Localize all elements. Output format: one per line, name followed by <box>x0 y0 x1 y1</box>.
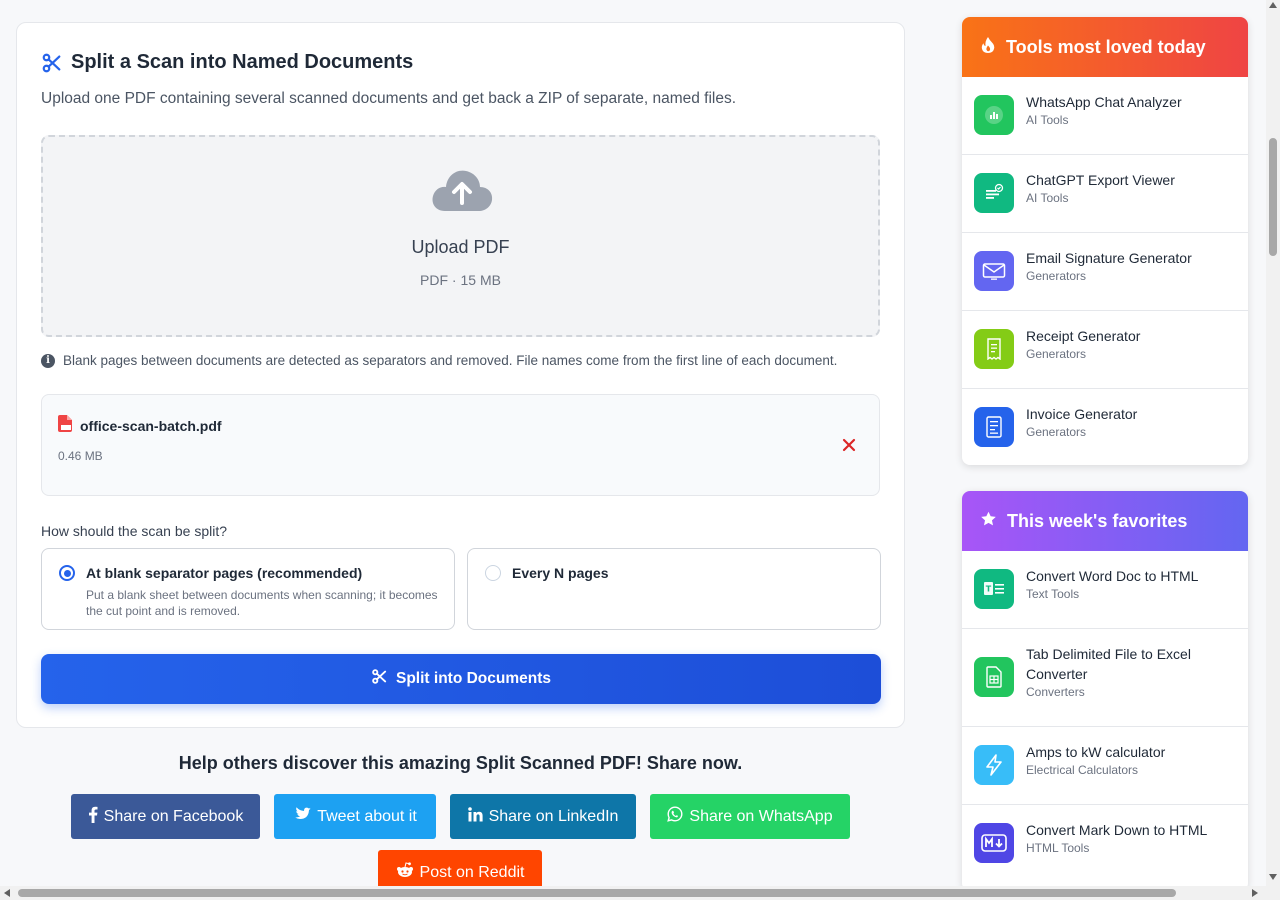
horizontal-scrollbar[interactable] <box>0 886 1266 900</box>
reddit-icon <box>396 862 414 883</box>
tool-name: ChatGPT Export Viewer <box>1026 172 1175 188</box>
share-twitter-button[interactable]: Tweet about it <box>274 794 436 839</box>
file-name-row: office-scan-batch.pdf <box>58 415 222 437</box>
tool-category: Generators <box>1026 347 1087 361</box>
share-reddit-label: Post on Reddit <box>419 863 525 881</box>
receipt-icon <box>974 329 1014 369</box>
linkedin-icon <box>467 806 483 827</box>
scissors-icon <box>41 52 63 74</box>
upload-dropzone[interactable]: Upload PDF PDF · 15 MB <box>41 135 880 337</box>
file-size: 0.46 MB <box>58 449 103 463</box>
share-twitter-label: Tweet about it <box>317 807 417 825</box>
chart-bars-icon <box>974 95 1014 135</box>
tool-category: Electrical Calculators <box>1026 763 1139 777</box>
star-icon <box>980 511 997 532</box>
tool-name: Receipt Generator <box>1026 328 1141 344</box>
option-label: At blank separator pages (recommended) <box>86 565 363 581</box>
lightning-icon <box>974 745 1014 785</box>
tool-item-whatsapp-chat-analyzer[interactable]: WhatsApp Chat Analyzer AI Tools <box>962 77 1248 155</box>
share-facebook-button[interactable]: Share on Facebook <box>71 794 260 839</box>
tool-name: Tab Delimited File to Excel Converter <box>1026 646 1191 682</box>
horizontal-scroll-thumb[interactable] <box>18 889 1176 897</box>
scroll-down-arrow-icon[interactable] <box>1269 874 1277 880</box>
tool-category: AI Tools <box>1026 191 1069 205</box>
radio-every-n-pages[interactable] <box>485 565 501 581</box>
weekly-favorites-header: This week's favorites <box>962 491 1248 551</box>
tool-item-receipt-generator[interactable]: Receipt Generator Generators <box>962 311 1248 389</box>
vertical-scrollbar[interactable] <box>1266 0 1280 900</box>
page-title: Split a Scan into Named Documents <box>71 51 414 73</box>
split-question: How should the scan be split? <box>41 523 227 539</box>
share-facebook-label: Share on Facebook <box>103 807 244 825</box>
split-button[interactable]: Split into Documents <box>41 654 881 704</box>
share-whatsapp-button[interactable]: Share on WhatsApp <box>650 794 850 839</box>
tool-category: AI Tools <box>1026 113 1069 127</box>
weekly-favorites-card: This week's favorites T Convert Word Doc… <box>962 491 1248 891</box>
option-every-n-pages[interactable]: Every N pages <box>467 548 881 630</box>
option-blank-pages[interactable]: At blank separator pages (recommended) P… <box>41 548 455 630</box>
svg-text:T: T <box>986 585 992 594</box>
tool-name: Amps to kW calculator <box>1026 744 1166 760</box>
split-tool-card: Split a Scan into Named Documents Upload… <box>16 22 905 728</box>
loved-tools-header: Tools most loved today <box>962 17 1248 77</box>
page-subtitle: Upload one PDF containing several scanne… <box>41 90 737 107</box>
tool-name: Email Signature Generator <box>1026 250 1192 266</box>
twitter-icon <box>293 806 311 827</box>
loved-tools-title: Tools most loved today <box>1006 36 1206 57</box>
tool-item-invoice-generator[interactable]: Invoice Generator Generators <box>962 389 1248 465</box>
info-icon: i <box>41 353 55 368</box>
cloud-upload-icon <box>431 167 493 218</box>
share-whatsapp-label: Share on WhatsApp <box>689 807 833 825</box>
envelope-icon <box>974 251 1014 291</box>
selected-file: office-scan-batch.pdf 0.46 MB <box>41 394 880 496</box>
share-linkedin-button[interactable]: Share on LinkedIn <box>450 794 636 839</box>
tool-category: Generators <box>1026 269 1087 283</box>
share-title: Help others discover this amazing Split … <box>178 753 743 773</box>
scroll-right-arrow-icon[interactable] <box>1252 889 1258 897</box>
facebook-icon <box>88 806 98 828</box>
tool-category: Generators <box>1026 425 1087 439</box>
tool-category: Converters <box>1026 685 1085 699</box>
loved-tools-card: Tools most loved today WhatsApp Chat Ana… <box>962 17 1248 465</box>
radio-blank-pages[interactable] <box>59 565 75 581</box>
split-button-label: Split into Documents <box>396 670 551 687</box>
tool-item-email-signature-generator[interactable]: Email Signature Generator Generators <box>962 233 1248 311</box>
tool-item-markdown-to-html[interactable]: Convert Mark Down to HTML HTML Tools <box>962 805 1248 883</box>
tool-item-amps-to-kw[interactable]: Amps to kW calculator Electrical Calcula… <box>962 727 1248 805</box>
tool-name: Convert Word Doc to HTML <box>1026 568 1199 584</box>
markdown-icon <box>974 823 1014 863</box>
invoice-icon <box>974 407 1014 447</box>
tool-name: WhatsApp Chat Analyzer <box>1026 94 1182 110</box>
chat-check-icon <box>974 173 1014 213</box>
whatsapp-icon <box>667 806 683 827</box>
title-row: Split a Scan into Named Documents <box>41 51 413 74</box>
tool-item-tab-delimited-to-excel[interactable]: Tab Delimited File to Excel Converter Co… <box>962 629 1248 727</box>
scroll-left-arrow-icon[interactable] <box>4 889 10 897</box>
tool-item-chatgpt-export-viewer[interactable]: ChatGPT Export Viewer AI Tools <box>962 155 1248 233</box>
info-text: Blank pages between documents are detect… <box>63 353 838 368</box>
tool-category: Text Tools <box>1026 587 1080 601</box>
share-linkedin-label: Share on LinkedIn <box>488 807 619 825</box>
scissors-icon <box>371 668 388 690</box>
scroll-up-arrow-icon[interactable] <box>1269 2 1277 8</box>
file-name: office-scan-batch.pdf <box>80 418 222 434</box>
tool-name: Invoice Generator <box>1026 406 1138 422</box>
upload-title: Upload PDF <box>411 237 510 257</box>
pdf-file-icon <box>58 415 72 437</box>
vertical-scroll-thumb[interactable] <box>1269 138 1277 256</box>
tool-item-word-to-html[interactable]: T Convert Word Doc to HTML Text Tools <box>962 551 1248 629</box>
fire-icon <box>980 36 996 59</box>
weekly-favorites-title: This week's favorites <box>1007 510 1188 531</box>
upload-subtitle: PDF · 15 MB <box>420 272 501 288</box>
spreadsheet-icon <box>974 657 1014 697</box>
remove-file-icon[interactable] <box>841 437 857 453</box>
option-label: Every N pages <box>512 565 609 581</box>
option-description: Put a blank sheet between documents when… <box>86 588 438 618</box>
word-doc-icon: T <box>974 569 1014 609</box>
info-note: i Blank pages between documents are dete… <box>41 353 837 368</box>
tool-category: HTML Tools <box>1026 841 1090 855</box>
tool-name: Convert Mark Down to HTML <box>1026 822 1208 838</box>
